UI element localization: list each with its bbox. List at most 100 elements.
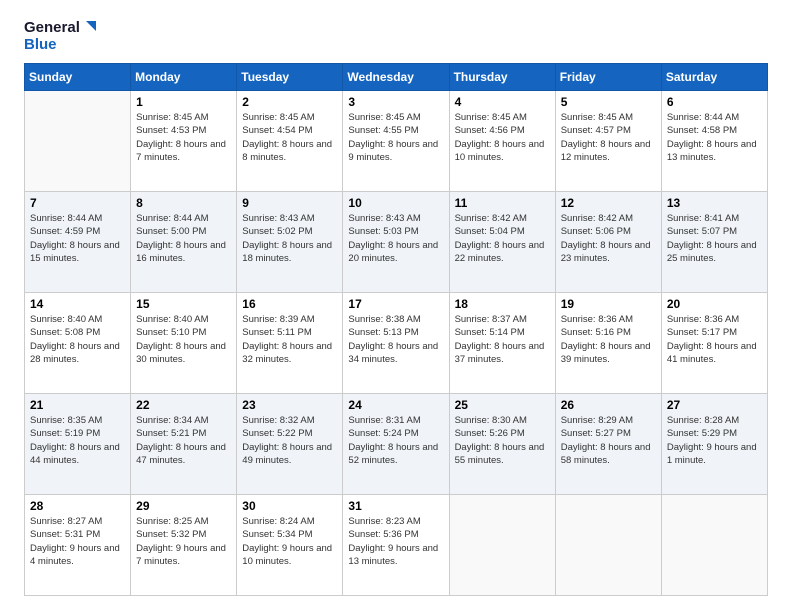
calendar-day-cell — [25, 91, 131, 192]
calendar-day-cell: 3Sunrise: 8:45 AM Sunset: 4:55 PM Daylig… — [343, 91, 449, 192]
day-number: 15 — [136, 297, 231, 311]
day-number: 20 — [667, 297, 762, 311]
day-detail: Sunrise: 8:45 AM Sunset: 4:54 PM Dayligh… — [242, 112, 332, 163]
day-number: 12 — [561, 196, 656, 210]
day-detail: Sunrise: 8:34 AM Sunset: 5:21 PM Dayligh… — [136, 415, 226, 466]
weekday-header-tuesday: Tuesday — [237, 64, 343, 91]
day-number: 26 — [561, 398, 656, 412]
calendar-table: SundayMondayTuesdayWednesdayThursdayFrid… — [24, 63, 768, 596]
calendar-day-cell — [449, 495, 555, 596]
calendar-day-cell: 19 Sunrise: 8:36 AM Sunset: 5:16 PM Dayli… — [555, 293, 661, 394]
day-detail: Sunrise: 8:45 AM Sunset: 4:56 PM Dayligh… — [455, 112, 545, 163]
day-detail: Sunrise: 8:45 AM Sunset: 4:53 PM Dayligh… — [136, 112, 226, 163]
day-number: 9 — [242, 196, 337, 210]
calendar-day-cell: 6 Sunrise: 8:44 AM Sunset: 4:58 PM Daylig… — [661, 91, 767, 192]
calendar-day-cell: 27 Sunrise: 8:28 AM Sunset: 5:29 PM Dayli… — [661, 394, 767, 495]
day-detail: Sunrise: 8:43 AM Sunset: 5:03 PM Dayligh… — [348, 213, 438, 264]
day-number: 22 — [136, 398, 231, 412]
calendar-day-cell: 21 Sunrise: 8:35 AM Sunset: 5:19 PM Dayli… — [25, 394, 131, 495]
day-number: 28 — [30, 499, 125, 513]
day-detail: Sunrise: 8:36 AM Sunset: 5:16 PM Dayligh… — [561, 314, 651, 365]
logo-graphic: General Blue — [24, 20, 96, 53]
calendar-day-cell: 12 Sunrise: 8:42 AM Sunset: 5:06 PM Dayli… — [555, 192, 661, 293]
day-number: 10 — [348, 196, 443, 210]
day-detail: Sunrise: 8:23 AM Sunset: 5:36 PM Dayligh… — [348, 516, 438, 567]
day-detail: Sunrise: 8:40 AM Sunset: 5:10 PM Dayligh… — [136, 314, 226, 365]
calendar-day-cell: 16 Sunrise: 8:39 AM Sunset: 5:11 PM Dayli… — [237, 293, 343, 394]
day-number: 16 — [242, 297, 337, 311]
day-number: 8 — [136, 196, 231, 210]
calendar-day-cell: 26 Sunrise: 8:29 AM Sunset: 5:27 PM Dayli… — [555, 394, 661, 495]
day-number: 3 — [348, 95, 443, 109]
day-number: 11 — [455, 196, 550, 210]
day-number: 24 — [348, 398, 443, 412]
day-detail: Sunrise: 8:42 AM Sunset: 5:06 PM Dayligh… — [561, 213, 651, 264]
day-number: 4 — [455, 95, 550, 109]
day-number: 25 — [455, 398, 550, 412]
day-number: 7 — [30, 196, 125, 210]
calendar-day-cell: 28Sunrise: 8:27 AM Sunset: 5:31 PM Dayli… — [25, 495, 131, 596]
day-detail: Sunrise: 8:42 AM Sunset: 5:04 PM Dayligh… — [455, 213, 545, 264]
calendar-day-cell: 25 Sunrise: 8:30 AM Sunset: 5:26 PM Dayli… — [449, 394, 555, 495]
day-number: 13 — [667, 196, 762, 210]
day-number: 27 — [667, 398, 762, 412]
day-detail: Sunrise: 8:30 AM Sunset: 5:26 PM Dayligh… — [455, 415, 545, 466]
day-detail: Sunrise: 8:29 AM Sunset: 5:27 PM Dayligh… — [561, 415, 651, 466]
day-number: 19 — [561, 297, 656, 311]
weekday-header-friday: Friday — [555, 64, 661, 91]
calendar-day-cell: 14 Sunrise: 8:40 AM Sunset: 5:08 PM Dayli… — [25, 293, 131, 394]
day-number: 29 — [136, 499, 231, 513]
day-number: 1 — [136, 95, 231, 109]
calendar-day-cell: 22 Sunrise: 8:34 AM Sunset: 5:21 PM Dayli… — [131, 394, 237, 495]
day-number: 14 — [30, 297, 125, 311]
day-number: 30 — [242, 499, 337, 513]
day-detail: Sunrise: 8:36 AM Sunset: 5:17 PM Dayligh… — [667, 314, 757, 365]
day-number: 31 — [348, 499, 443, 513]
page: General Blue SundayMondayTuesdayWednesda… — [0, 0, 792, 612]
calendar-day-cell: 7 Sunrise: 8:44 AM Sunset: 4:59 PM Daylig… — [25, 192, 131, 293]
calendar-day-cell — [555, 495, 661, 596]
day-detail: Sunrise: 8:37 AM Sunset: 5:14 PM Dayligh… — [455, 314, 545, 365]
weekday-header-monday: Monday — [131, 64, 237, 91]
calendar-day-cell: 2 Sunrise: 8:45 AM Sunset: 4:54 PM Daylig… — [237, 91, 343, 192]
day-detail: Sunrise: 8:44 AM Sunset: 4:59 PM Dayligh… — [30, 213, 120, 264]
calendar-day-cell: 24 Sunrise: 8:31 AM Sunset: 5:24 PM Dayli… — [343, 394, 449, 495]
logo: General Blue — [24, 20, 96, 53]
calendar-week-row: 28Sunrise: 8:27 AM Sunset: 5:31 PM Dayli… — [25, 495, 768, 596]
day-detail: Sunrise: 8:39 AM Sunset: 5:11 PM Dayligh… — [242, 314, 332, 365]
day-detail: Sunrise: 8:43 AM Sunset: 5:02 PM Dayligh… — [242, 213, 332, 264]
day-detail: Sunrise: 8:28 AM Sunset: 5:29 PM Dayligh… — [667, 415, 757, 466]
day-number: 2 — [242, 95, 337, 109]
day-detail: Sunrise: 8:38 AM Sunset: 5:13 PM Dayligh… — [348, 314, 438, 365]
weekday-header-saturday: Saturday — [661, 64, 767, 91]
calendar-day-cell: 4 Sunrise: 8:45 AM Sunset: 4:56 PM Daylig… — [449, 91, 555, 192]
calendar-day-cell: 10 Sunrise: 8:43 AM Sunset: 5:03 PM Dayli… — [343, 192, 449, 293]
calendar-day-cell: 9 Sunrise: 8:43 AM Sunset: 5:02 PM Daylig… — [237, 192, 343, 293]
calendar-day-cell: 20 Sunrise: 8:36 AM Sunset: 5:17 PM Dayli… — [661, 293, 767, 394]
weekday-header-row: SundayMondayTuesdayWednesdayThursdayFrid… — [25, 64, 768, 91]
day-detail: Sunrise: 8:31 AM Sunset: 5:24 PM Dayligh… — [348, 415, 438, 466]
day-number: 21 — [30, 398, 125, 412]
day-number: 17 — [348, 297, 443, 311]
day-detail: Sunrise: 8:35 AM Sunset: 5:19 PM Dayligh… — [30, 415, 120, 466]
calendar-day-cell: 31 Sunrise: 8:23 AM Sunset: 5:36 PM Dayli… — [343, 495, 449, 596]
calendar-week-row: 14 Sunrise: 8:40 AM Sunset: 5:08 PM Dayli… — [25, 293, 768, 394]
calendar-day-cell: 29Sunrise: 8:25 AM Sunset: 5:32 PM Dayli… — [131, 495, 237, 596]
calendar-day-cell: 1 Sunrise: 8:45 AM Sunset: 4:53 PM Daylig… — [131, 91, 237, 192]
day-detail: Sunrise: 8:32 AM Sunset: 5:22 PM Dayligh… — [242, 415, 332, 466]
calendar-day-cell: 15 Sunrise: 8:40 AM Sunset: 5:10 PM Dayli… — [131, 293, 237, 394]
day-detail: Sunrise: 8:44 AM Sunset: 5:00 PM Dayligh… — [136, 213, 226, 264]
day-number: 6 — [667, 95, 762, 109]
calendar-day-cell: 11 Sunrise: 8:42 AM Sunset: 5:04 PM Dayli… — [449, 192, 555, 293]
calendar-week-row: 7 Sunrise: 8:44 AM Sunset: 4:59 PM Daylig… — [25, 192, 768, 293]
calendar-day-cell: 8 Sunrise: 8:44 AM Sunset: 5:00 PM Daylig… — [131, 192, 237, 293]
weekday-header-thursday: Thursday — [449, 64, 555, 91]
calendar-day-cell: 5Sunrise: 8:45 AM Sunset: 4:57 PM Daylig… — [555, 91, 661, 192]
day-detail: Sunrise: 8:40 AM Sunset: 5:08 PM Dayligh… — [30, 314, 120, 365]
day-number: 23 — [242, 398, 337, 412]
day-detail: Sunrise: 8:44 AM Sunset: 4:58 PM Dayligh… — [667, 112, 757, 163]
day-number: 5 — [561, 95, 656, 109]
calendar-week-row: 21 Sunrise: 8:35 AM Sunset: 5:19 PM Dayli… — [25, 394, 768, 495]
calendar-day-cell: 17 Sunrise: 8:38 AM Sunset: 5:13 PM Dayli… — [343, 293, 449, 394]
calendar-day-cell: 30Sunrise: 8:24 AM Sunset: 5:34 PM Dayli… — [237, 495, 343, 596]
